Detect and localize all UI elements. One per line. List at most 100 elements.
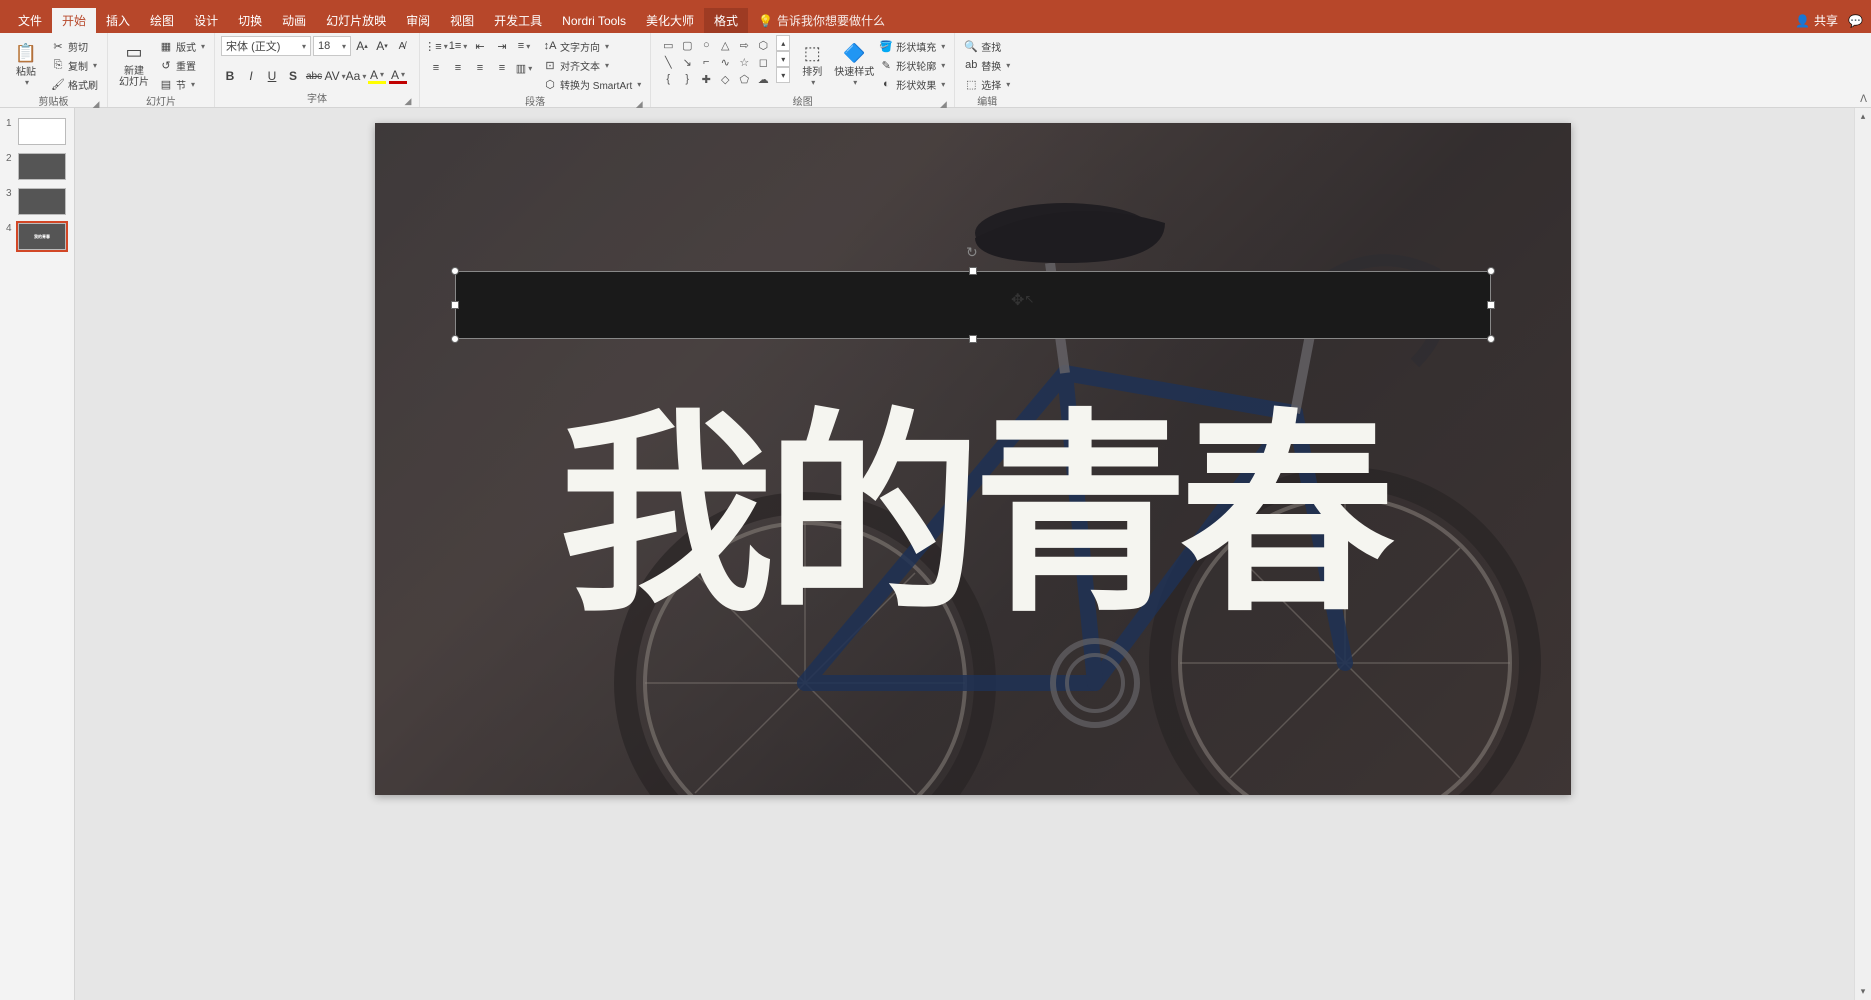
shape-hex-icon[interactable]: ⬡ bbox=[754, 37, 772, 53]
selected-shape-rectangle[interactable]: ✥↖ bbox=[455, 271, 1491, 339]
tab-review[interactable]: 审阅 bbox=[396, 8, 440, 33]
shape-arrow-icon[interactable]: ⇨ bbox=[735, 37, 753, 53]
font-name-combo[interactable]: 宋体 (正文)▾ bbox=[221, 36, 311, 56]
shape-brace2-icon[interactable]: } bbox=[678, 71, 696, 87]
align-center-button[interactable]: ≡ bbox=[448, 59, 468, 77]
tab-format[interactable]: 格式 bbox=[704, 8, 748, 33]
text-direction-button[interactable]: ↕A文字方向▾ bbox=[540, 37, 644, 55]
shapes-expand[interactable]: ▾ bbox=[776, 67, 790, 83]
shape-outline-button[interactable]: ✎形状轮廓▾ bbox=[876, 56, 948, 74]
numbering-button[interactable]: 1≡▾ bbox=[448, 37, 468, 55]
tell-me-search[interactable]: 💡 告诉我你想要做什么 bbox=[758, 12, 885, 29]
highlight-button[interactable]: A▾ bbox=[368, 69, 386, 84]
shape-circle-icon[interactable]: ○ bbox=[697, 37, 715, 53]
shape-line-icon[interactable]: ╲ bbox=[659, 54, 677, 70]
slide-thumb-1[interactable] bbox=[18, 118, 66, 145]
handle-tl[interactable] bbox=[451, 267, 459, 275]
columns-button[interactable]: ▥▾ bbox=[514, 59, 534, 77]
tab-view[interactable]: 视图 bbox=[440, 8, 484, 33]
shape-elbow-icon[interactable]: ⌐ bbox=[697, 54, 715, 70]
handle-tm[interactable] bbox=[969, 267, 977, 275]
shape-fill-button[interactable]: 🪣形状填充▾ bbox=[876, 37, 948, 55]
align-right-button[interactable]: ≡ bbox=[470, 59, 490, 77]
tab-animations[interactable]: 动画 bbox=[272, 8, 316, 33]
copy-button[interactable]: ⎘复制▾ bbox=[48, 56, 101, 74]
share-button[interactable]: 👤 共享 bbox=[1795, 12, 1838, 29]
shape-brace1-icon[interactable]: { bbox=[659, 71, 677, 87]
replace-button[interactable]: ab替换▾ bbox=[961, 56, 1013, 74]
collapse-ribbon-button[interactable]: ᐱ bbox=[1860, 94, 1867, 105]
reset-button[interactable]: ↺重置 bbox=[156, 56, 208, 74]
tab-file[interactable]: 文件 bbox=[8, 8, 52, 33]
handle-bl[interactable] bbox=[451, 335, 459, 343]
new-slide-button[interactable]: ▭ 新建 幻灯片 bbox=[114, 35, 154, 93]
shapes-scroll-down[interactable]: ▾ bbox=[776, 51, 790, 67]
shape-rect2-icon[interactable]: ▢ bbox=[678, 37, 696, 53]
slide-thumbnail-panel[interactable]: 1 2 3 4 我的青春 bbox=[0, 108, 75, 1000]
slide-title-text[interactable]: 我的青春 bbox=[559, 341, 1387, 652]
shape-arrow2-icon[interactable]: ↘ bbox=[678, 54, 696, 70]
shape-callout-icon[interactable]: ◻ bbox=[754, 54, 772, 70]
tab-developer[interactable]: 开发工具 bbox=[484, 8, 552, 33]
find-button[interactable]: 🔍查找 bbox=[961, 37, 1013, 55]
slide-editor[interactable]: 我的青春 ✥↖ ▴ ▾ bbox=[75, 108, 1871, 1000]
shapes-gallery[interactable]: ▭ ▢ ○ △ ⇨ ⬡ ╲ ↘ ⌐ ∿ ☆ ◻ { } ✚ ◇ ⬠ bbox=[657, 35, 774, 89]
editor-scrollbar[interactable]: ▴ ▾ bbox=[1854, 108, 1871, 1000]
increase-indent-button[interactable]: ⇥ bbox=[492, 37, 512, 55]
section-button[interactable]: ▤节▾ bbox=[156, 75, 208, 93]
scroll-up-button[interactable]: ▴ bbox=[1855, 108, 1871, 125]
shape-pentagon-icon[interactable]: ⬠ bbox=[735, 71, 753, 87]
cut-button[interactable]: ✂剪切 bbox=[48, 37, 101, 55]
handle-ml[interactable] bbox=[451, 301, 459, 309]
shape-plus-icon[interactable]: ✚ bbox=[697, 71, 715, 87]
tab-nordri[interactable]: Nordri Tools bbox=[552, 10, 636, 32]
tab-home[interactable]: 开始 bbox=[52, 8, 96, 33]
strikethrough-button[interactable]: abc bbox=[305, 67, 323, 85]
tab-draw[interactable]: 绘图 bbox=[140, 8, 184, 33]
tab-insert[interactable]: 插入 bbox=[96, 8, 140, 33]
handle-bm[interactable] bbox=[969, 335, 977, 343]
tab-design[interactable]: 设计 bbox=[184, 8, 228, 33]
shape-star-icon[interactable]: ☆ bbox=[735, 54, 753, 70]
scroll-track[interactable] bbox=[1855, 125, 1871, 983]
paste-button[interactable]: 📋 粘贴 ▾ bbox=[6, 35, 46, 93]
tab-transitions[interactable]: 切换 bbox=[228, 8, 272, 33]
select-button[interactable]: ⬚选择▾ bbox=[961, 75, 1013, 93]
handle-br[interactable] bbox=[1487, 335, 1495, 343]
char-spacing-button[interactable]: AV▾ bbox=[326, 67, 344, 85]
font-color-button[interactable]: A▾ bbox=[389, 69, 407, 84]
shape-diamond-icon[interactable]: ◇ bbox=[716, 71, 734, 87]
line-spacing-button[interactable]: ≡▾ bbox=[514, 37, 534, 55]
slide-thumb-4[interactable]: 我的青春 bbox=[18, 223, 66, 250]
justify-button[interactable]: ≡ bbox=[492, 59, 512, 77]
bold-button[interactable]: B bbox=[221, 67, 239, 85]
underline-button[interactable]: U bbox=[263, 67, 281, 85]
layout-button[interactable]: ▦版式▾ bbox=[156, 37, 208, 55]
tab-slideshow[interactable]: 幻灯片放映 bbox=[316, 8, 396, 33]
align-left-button[interactable]: ≡ bbox=[426, 59, 446, 77]
clear-formatting-button[interactable]: A̸ bbox=[393, 37, 411, 55]
arrange-button[interactable]: ⬚ 排列 ▾ bbox=[792, 35, 832, 93]
shadow-button[interactable]: S bbox=[284, 67, 302, 85]
rotate-handle[interactable] bbox=[966, 244, 980, 258]
shape-curve-icon[interactable]: ∿ bbox=[716, 54, 734, 70]
handle-mr[interactable] bbox=[1487, 301, 1495, 309]
bullets-button[interactable]: ⋮≡▾ bbox=[426, 37, 446, 55]
shape-effects-button[interactable]: ◐形状效果▾ bbox=[876, 75, 948, 93]
italic-button[interactable]: I bbox=[242, 67, 260, 85]
shape-triangle-icon[interactable]: △ bbox=[716, 37, 734, 53]
shapes-scroll-up[interactable]: ▴ bbox=[776, 35, 790, 51]
format-painter-button[interactable]: 🖌格式刷 bbox=[48, 75, 101, 93]
slide-canvas[interactable]: 我的青春 ✥↖ bbox=[375, 123, 1571, 795]
slide-thumb-3[interactable] bbox=[18, 188, 66, 215]
slide-thumb-2[interactable] bbox=[18, 153, 66, 180]
shape-rect-icon[interactable]: ▭ bbox=[659, 37, 677, 53]
font-launcher[interactable]: ◢ bbox=[403, 96, 413, 106]
convert-smartart-button[interactable]: ⬡转换为 SmartArt▾ bbox=[540, 75, 644, 93]
quick-styles-button[interactable]: 🔷 快速样式 ▾ bbox=[834, 35, 874, 93]
decrease-indent-button[interactable]: ⇤ bbox=[470, 37, 490, 55]
shape-cloud-icon[interactable]: ☁ bbox=[754, 71, 772, 87]
comments-icon[interactable]: 💬 bbox=[1848, 14, 1863, 28]
shrink-font-button[interactable]: A▾ bbox=[373, 37, 391, 55]
change-case-button[interactable]: Aa▾ bbox=[347, 67, 365, 85]
